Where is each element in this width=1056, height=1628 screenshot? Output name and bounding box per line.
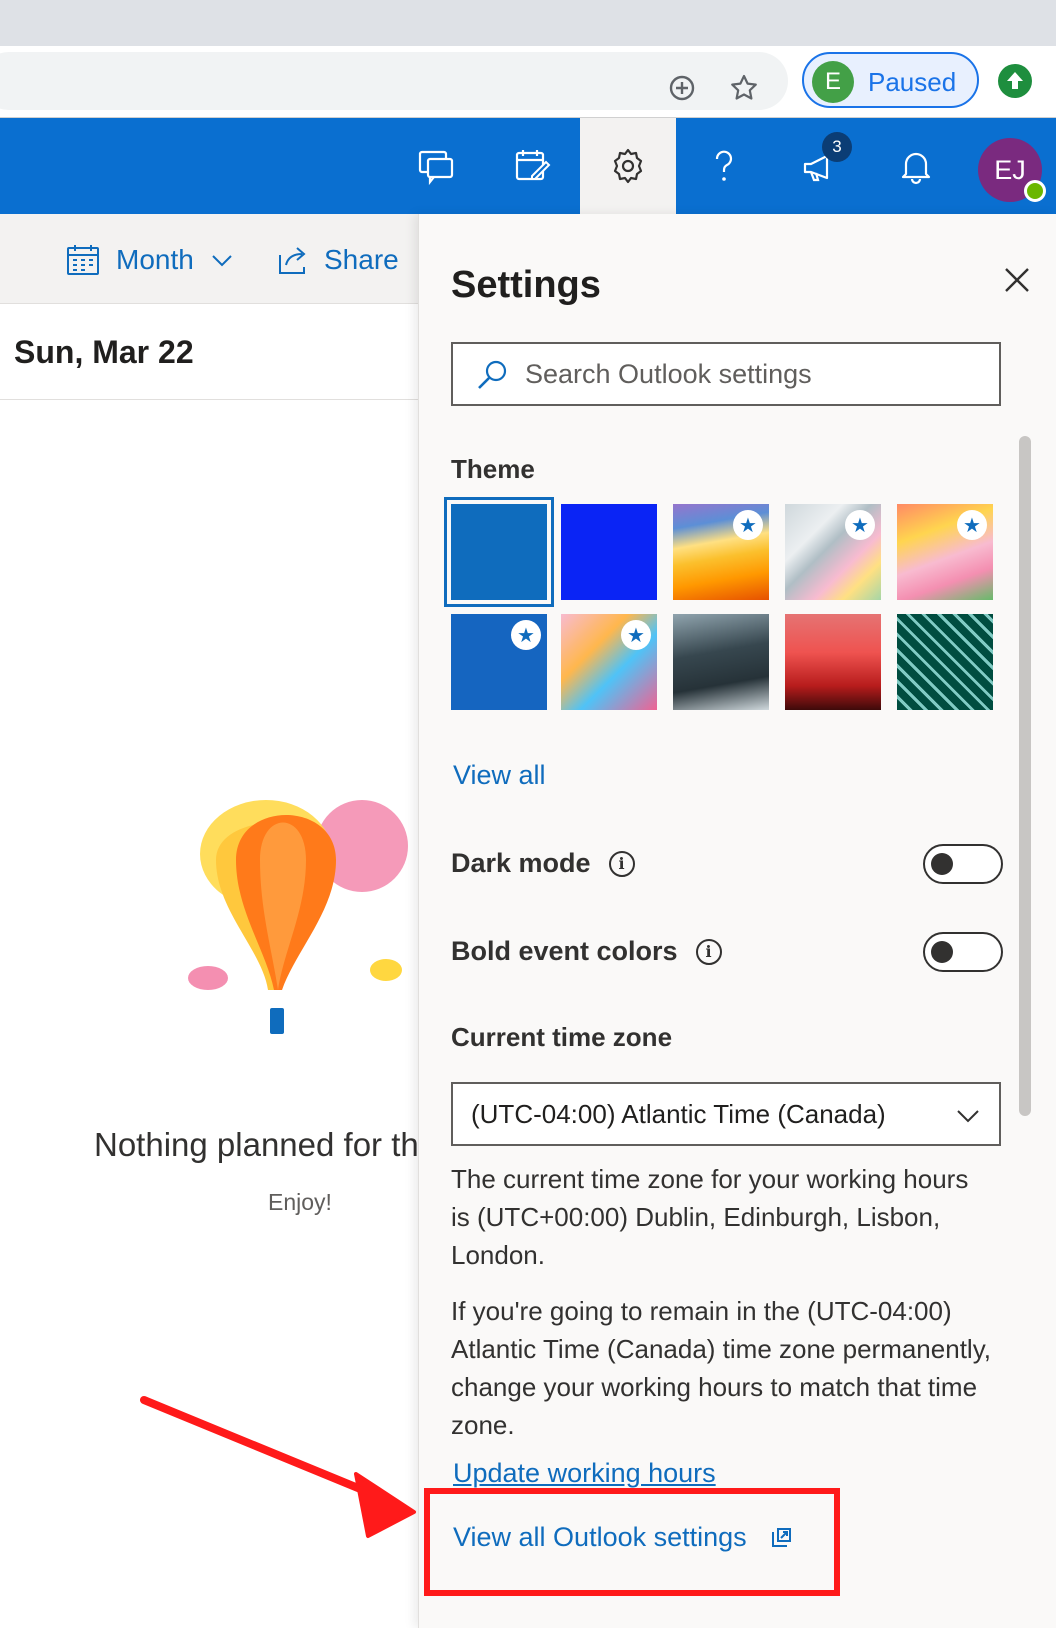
timezone-note: The current time zone for your working h…	[451, 1164, 969, 1270]
address-bar[interactable]	[0, 52, 788, 110]
view-label: Month	[116, 244, 194, 275]
dark-mode-toggle[interactable]	[923, 844, 1003, 884]
dark-mode-label: Dark mode	[451, 848, 591, 878]
timezone-heading: Current time zone	[451, 1022, 673, 1052]
theme-tile-unicorn[interactable]: ★	[897, 504, 993, 600]
premium-star-icon: ★	[845, 510, 875, 540]
view-dropdown[interactable]: Month	[66, 240, 234, 280]
theme-tile-palm-sunset[interactable]	[785, 614, 881, 710]
theme-tile-game-board[interactable]: ★	[561, 614, 657, 710]
settings-pane: Settings Theme ★ ★ ★ ★ ★ View all Dark m…	[418, 214, 1056, 1628]
theme-tile-mountain[interactable]	[673, 614, 769, 710]
timezone-dropdown[interactable]: (UTC-04:00) Atlantic Time (Canada)	[451, 1082, 1001, 1146]
presence-indicator	[1024, 180, 1046, 202]
empty-state-subtitle: Enjoy!	[268, 1189, 332, 1215]
calendar-toolbar: Month Share	[0, 214, 418, 304]
arrow-up-icon[interactable]	[998, 64, 1032, 98]
toggle-knob	[931, 853, 953, 875]
balloon-illustration	[188, 800, 408, 1034]
theme-tile-bright-blue[interactable]	[561, 504, 657, 600]
bold-colors-row: Bold event colors i	[451, 936, 722, 967]
browser-tab-strip	[0, 0, 1056, 46]
chevron-down-icon	[957, 1110, 979, 1123]
bell-icon	[901, 152, 931, 185]
settings-scrollbar[interactable]	[1019, 436, 1031, 1116]
settings-title: Settings	[451, 264, 601, 306]
theme-tile-school-supplies[interactable]: ★	[451, 614, 547, 710]
feedback-button[interactable]	[388, 118, 484, 214]
premium-star-icon: ★	[621, 620, 651, 650]
empty-state-title: Nothing planned for the day	[94, 1126, 418, 1163]
theme-tile-rainbow-ribbons[interactable]: ★	[785, 504, 881, 600]
timezone-advice: If you're going to remain in the (UTC-04…	[451, 1296, 991, 1440]
share-icon	[279, 247, 306, 274]
my-day-button[interactable]	[484, 118, 580, 214]
chevron-down-icon	[212, 255, 232, 267]
profile-button[interactable]: E Paused	[802, 52, 979, 108]
search-input[interactable]	[525, 344, 985, 404]
share-label: Share	[324, 244, 399, 275]
chat-feedback-icon	[418, 150, 454, 186]
settings-search[interactable]	[451, 342, 1001, 406]
dark-mode-row: Dark mode i	[451, 848, 635, 879]
bold-colors-toggle[interactable]	[923, 932, 1003, 972]
theme-heading: Theme	[451, 454, 535, 484]
app-header: 3	[0, 118, 1056, 214]
update-working-hours-link[interactable]: Update working hours	[453, 1458, 716, 1489]
notifications-button[interactable]	[868, 118, 964, 214]
timezone-value: (UTC-04:00) Atlantic Time (Canada)	[471, 1098, 886, 1129]
theme-tile-yellow-waves[interactable]: ★	[673, 504, 769, 600]
divider	[0, 399, 418, 400]
date-heading: Sun, Mar 22	[14, 334, 194, 370]
plus-circle-icon[interactable]	[666, 72, 698, 104]
calendar-check-icon	[515, 150, 551, 181]
search-icon	[478, 360, 507, 389]
view-all-themes-link[interactable]: View all	[453, 760, 546, 791]
notification-count-badge: 3	[822, 132, 852, 162]
premium-star-icon: ★	[511, 620, 541, 650]
info-icon[interactable]: i	[695, 938, 722, 965]
toggle-knob	[931, 941, 953, 963]
gear-icon	[613, 148, 643, 184]
theme-tile-circuit-board[interactable]	[897, 614, 993, 710]
help-button[interactable]	[676, 118, 772, 214]
info-icon[interactable]: i	[608, 850, 635, 877]
calendar-icon	[67, 245, 99, 275]
bold-colors-label: Bold event colors	[451, 936, 678, 966]
premium-star-icon: ★	[957, 510, 987, 540]
profile-avatar: E	[812, 61, 854, 103]
premium-star-icon: ★	[733, 510, 763, 540]
update-working-hours-label: Update working hours	[453, 1458, 716, 1488]
close-settings-button[interactable]	[995, 258, 1039, 302]
whats-new-button[interactable]: 3	[772, 118, 868, 214]
annotation-highlight-box	[424, 1488, 840, 1596]
share-button[interactable]: Share	[276, 240, 399, 280]
profile-status: Paused	[868, 67, 957, 97]
browser-toolbar: E Paused	[0, 46, 1056, 118]
theme-tile-blue[interactable]	[444, 497, 554, 607]
close-icon	[1005, 268, 1029, 292]
help-icon	[715, 150, 733, 181]
settings-button[interactable]	[580, 118, 676, 214]
star-icon[interactable]	[728, 72, 760, 104]
